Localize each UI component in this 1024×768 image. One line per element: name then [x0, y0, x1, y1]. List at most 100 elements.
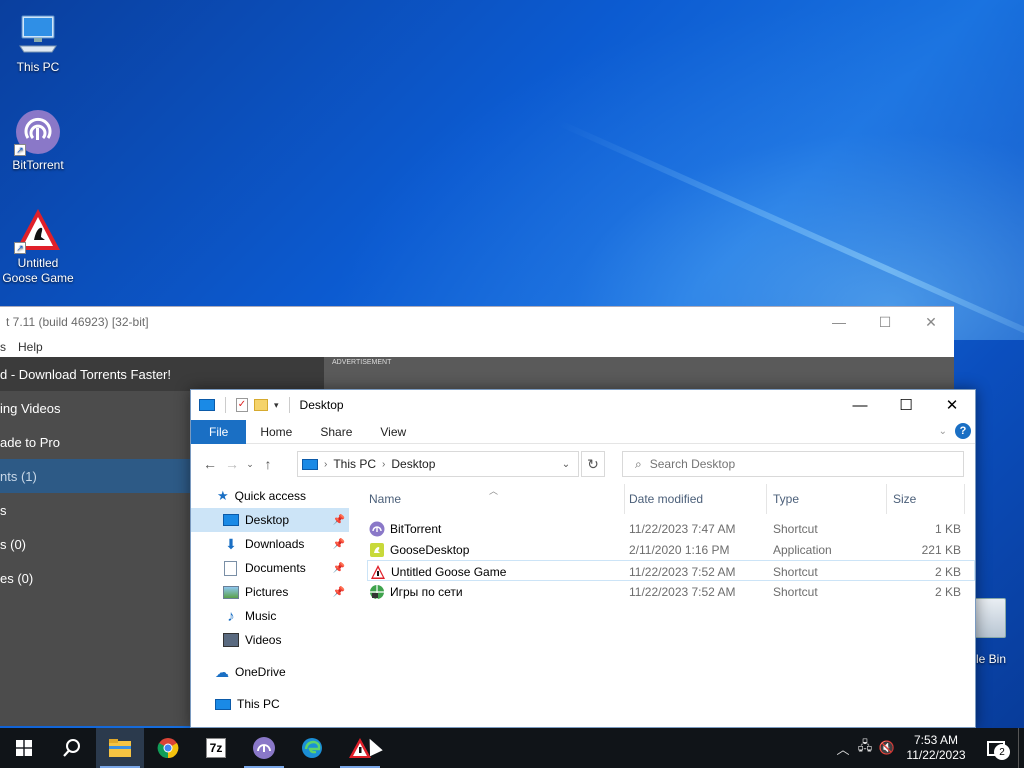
nav-item-videos[interactable]: Videos: [191, 628, 349, 652]
pin-icon: 📌: [332, 586, 345, 598]
breadcrumb-desktop[interactable]: Desktop: [391, 457, 435, 471]
table-row[interactable]: BitTorrent 11/22/2023 7:47 AM Shortcut 1…: [367, 518, 975, 539]
refresh-button[interactable]: ↻: [581, 451, 605, 477]
tab-file[interactable]: File: [191, 419, 247, 444]
videos-icon: [223, 633, 239, 647]
taskbar-bittorrent[interactable]: [240, 728, 288, 768]
nav-item-music[interactable]: ♪ Music: [191, 604, 349, 628]
goose-game-icon: ↗: [14, 206, 62, 254]
column-header-date[interactable]: Date modified: [627, 484, 767, 514]
nav-item-pictures[interactable]: Pictures 📌: [191, 580, 349, 604]
system-tray: ︿ 🖧 🔇 7:53 AM 11/22/2023 2: [832, 728, 1024, 768]
desktop-icon-bittorrent[interactable]: ↗ BitTorrent: [0, 108, 76, 173]
customize-toolbar-chevron-icon[interactable]: ▾: [274, 400, 279, 411]
minimize-button[interactable]: —: [816, 307, 862, 337]
nav-item-this-pc[interactable]: This PC: [191, 692, 349, 716]
window-title: t 7.11 (build 46923) [32-bit]: [6, 315, 149, 329]
volume-muted-icon[interactable]: 🔇: [876, 740, 898, 756]
column-header-type[interactable]: Type: [771, 484, 887, 514]
nav-item-label: Downloads: [245, 537, 305, 551]
taskbar-chrome[interactable]: [144, 728, 192, 768]
explorer-titlebar[interactable]: ✓ ▾ Desktop — ☐ ✕: [191, 390, 975, 420]
windows-logo-icon: [16, 740, 32, 756]
column-header-name[interactable]: Name: [367, 484, 625, 514]
close-button[interactable]: ✕: [929, 390, 975, 420]
7zip-icon: 7z: [205, 738, 227, 758]
column-label: Name: [369, 492, 402, 506]
clock[interactable]: 7:53 AM 11/22/2023: [898, 733, 974, 763]
search-button[interactable]: [48, 728, 96, 768]
breadcrumb-this-pc[interactable]: This PC: [333, 457, 376, 471]
desktop-icon-label: BitTorrent: [12, 158, 64, 172]
file-size: 221 KB: [921, 542, 961, 557]
navigation-pane: ★ Quick access Desktop 📌 ⬇ Downloads 📌 D…: [191, 484, 349, 727]
file-type: Shortcut: [773, 584, 818, 599]
tab-home[interactable]: Home: [246, 420, 306, 444]
file-name-cell: BitTorrent: [369, 518, 441, 539]
goose-desktop-icon: [369, 542, 385, 558]
search-box[interactable]: ⌕: [622, 451, 964, 477]
bittorrent-titlebar[interactable]: t 7.11 (build 46923) [32-bit] — ☐ ✕: [0, 307, 954, 337]
up-arrow-icon[interactable]: ↑: [257, 456, 279, 472]
nav-item-label: This PC: [237, 697, 280, 711]
action-center-button[interactable]: 2: [974, 728, 1018, 768]
show-hidden-icons-chevron-icon[interactable]: ︿: [832, 739, 854, 758]
search-input[interactable]: [649, 457, 930, 471]
refresh-icon: ↻: [587, 455, 599, 472]
file-size: 2 KB: [934, 584, 961, 599]
maximize-button[interactable]: ☐: [883, 390, 929, 420]
tab-view[interactable]: View: [366, 420, 420, 444]
menu-item[interactable]: s: [0, 340, 6, 354]
address-dropdown-icon[interactable]: ⌄: [554, 452, 578, 476]
shortcut-arrow-icon: ↗: [14, 242, 26, 254]
tab-share[interactable]: Share: [306, 420, 366, 444]
menu-item-help[interactable]: Help: [18, 340, 43, 354]
minimize-button[interactable]: —: [837, 390, 883, 420]
desktop-icon-this-pc[interactable]: This PC: [0, 10, 76, 75]
start-button[interactable]: [0, 728, 48, 768]
expand-ribbon-chevron-icon[interactable]: ⌄: [939, 426, 947, 437]
recent-locations-chevron-icon[interactable]: ⌄: [243, 459, 257, 470]
wallpaper-glow: [330, 0, 1024, 340]
nav-item-onedrive[interactable]: ☁ OneDrive: [191, 660, 349, 684]
file-date: 11/22/2023 7:52 AM: [629, 584, 736, 599]
maximize-button[interactable]: ☐: [862, 307, 908, 337]
show-desktop-button[interactable]: [1018, 728, 1024, 768]
nav-item-desktop[interactable]: Desktop 📌: [191, 508, 349, 532]
taskbar-file-explorer[interactable]: [96, 728, 144, 768]
file-list: ︿ Name Date modified Type Size BitTorren…: [367, 484, 975, 727]
help-icon[interactable]: ?: [955, 423, 971, 439]
column-header-size[interactable]: Size: [891, 484, 965, 514]
file-name: BitTorrent: [390, 521, 442, 536]
file-type: Shortcut: [773, 521, 818, 536]
nav-item-label: Documents: [245, 561, 306, 575]
file-explorer-window[interactable]: ✓ ▾ Desktop — ☐ ✕ File Home Share View ⌄…: [190, 389, 976, 728]
properties-icon[interactable]: ✓: [236, 398, 248, 412]
new-folder-icon[interactable]: [254, 399, 268, 411]
desktop-icon-untitled-goose-game[interactable]: ↗ Untitled Goose Game: [0, 206, 76, 286]
sidebar-item-promo[interactable]: d - Download Torrents Faster!: [0, 357, 324, 391]
nav-quick-access[interactable]: ★ Quick access: [191, 484, 349, 508]
desktop-icon-label: Untitled Goose Game: [2, 256, 74, 285]
address-bar[interactable]: › This PC › Desktop ⌄: [297, 451, 579, 477]
taskbar-7zip[interactable]: 7z: [192, 728, 240, 768]
table-row[interactable]: Untitled Goose Game 11/22/2023 7:52 AM S…: [367, 560, 975, 581]
goose-game-icon: [370, 564, 386, 580]
nav-item-label: OneDrive: [235, 665, 286, 679]
nav-item-downloads[interactable]: ⬇ Downloads 📌: [191, 532, 349, 556]
monitor-icon: [302, 458, 318, 470]
nav-item-documents[interactable]: Documents 📌: [191, 556, 349, 580]
onedrive-cloud-icon: ☁: [215, 663, 229, 680]
desktop-icon-label: This PC: [16, 60, 60, 74]
close-button[interactable]: ✕: [908, 307, 954, 337]
back-arrow-icon[interactable]: ←: [199, 456, 221, 472]
star-icon: ★: [217, 488, 229, 503]
sidebar-item-label: d - Download Torrents Faster!: [0, 366, 171, 382]
taskbar-edge[interactable]: [288, 728, 336, 768]
pin-icon: 📌: [332, 538, 345, 550]
forward-arrow-icon[interactable]: →: [221, 456, 243, 472]
network-icon[interactable]: 🖧: [854, 737, 876, 759]
table-row[interactable]: Игры по сети 11/22/2023 7:52 AM Shortcut…: [367, 581, 975, 602]
pin-icon: 📌: [332, 562, 345, 574]
table-row[interactable]: GooseDesktop 2/11/2020 1:16 PM Applicati…: [367, 539, 975, 560]
